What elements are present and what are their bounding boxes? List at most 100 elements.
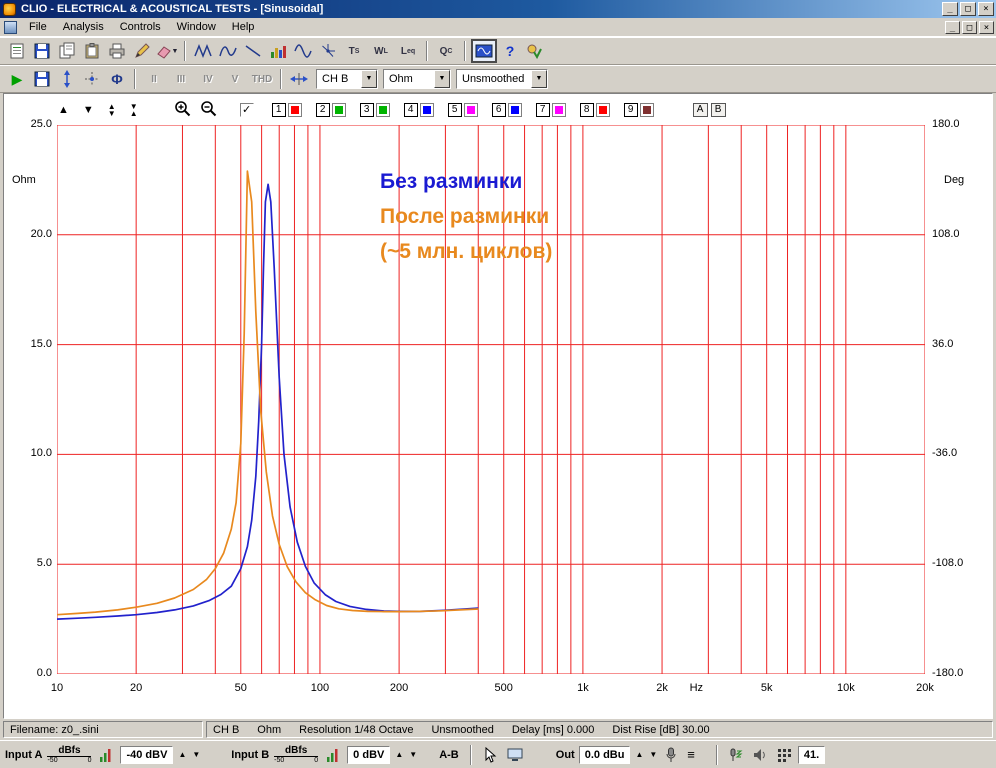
polar-analysis-icon[interactable] bbox=[316, 40, 340, 62]
harmonic-2-button[interactable]: II bbox=[141, 68, 167, 90]
active-measurement-icon[interactable] bbox=[471, 39, 497, 63]
ab-mode-button[interactable]: A-B bbox=[436, 746, 462, 764]
chevron-down-icon[interactable]: ▼ bbox=[531, 70, 547, 88]
curve-slot-6[interactable]: 6 bbox=[491, 103, 506, 117]
marker-up-icon[interactable]: ▲ bbox=[58, 105, 69, 116]
menu-help[interactable]: Help bbox=[224, 19, 263, 35]
document-icon[interactable] bbox=[4, 20, 17, 34]
rta-analysis-icon[interactable] bbox=[266, 40, 290, 62]
ts-parameters-icon[interactable]: TS bbox=[341, 40, 367, 62]
input-a-sensitivity[interactable]: -40 dBV bbox=[120, 745, 174, 764]
input-b-down-icon[interactable]: ▼ bbox=[408, 750, 418, 760]
maximize-button[interactable]: □ bbox=[960, 2, 976, 16]
phase-icon[interactable]: Φ bbox=[105, 68, 129, 90]
smoothing-select[interactable]: Unsmoothed ▼ bbox=[456, 69, 548, 89]
help-icon[interactable]: ? bbox=[498, 40, 522, 62]
pencil-icon[interactable] bbox=[130, 40, 154, 62]
save-measurement-icon[interactable] bbox=[30, 68, 54, 90]
input-a-up-icon[interactable]: ▲ bbox=[177, 750, 187, 760]
mls-analysis-icon[interactable] bbox=[191, 40, 215, 62]
save-file-icon[interactable] bbox=[30, 40, 54, 62]
compress-scale-icon[interactable]: ▼ ▲ bbox=[130, 103, 138, 118]
harmonic-5-button[interactable]: V bbox=[222, 68, 248, 90]
curve-slot-1[interactable]: 1 bbox=[271, 103, 286, 117]
harmonic-4-button[interactable]: IV bbox=[195, 68, 221, 90]
curve-slot-8[interactable]: 8 bbox=[579, 103, 594, 117]
curves-visible-checkbox[interactable]: ✓ bbox=[239, 103, 254, 117]
close-button[interactable]: × bbox=[978, 2, 994, 16]
curve-slot-4[interactable]: 4 bbox=[403, 103, 418, 117]
input-b-sensitivity[interactable]: 0 dBV bbox=[347, 745, 391, 764]
pointer-icon[interactable] bbox=[480, 746, 500, 764]
impulse-analysis-icon[interactable] bbox=[216, 40, 240, 62]
input-a-down-icon[interactable]: ▼ bbox=[191, 750, 201, 760]
curve-slot-5[interactable]: 5 bbox=[447, 103, 462, 117]
chevron-down-icon[interactable]: ▼ bbox=[361, 70, 377, 88]
chevron-down-icon[interactable]: ▼ bbox=[434, 70, 450, 88]
curve-slot-2[interactable]: 2 bbox=[315, 103, 330, 117]
print-icon[interactable] bbox=[105, 40, 129, 62]
monitor-icon[interactable] bbox=[504, 746, 526, 764]
curve-color-3[interactable] bbox=[375, 103, 390, 117]
curve-slot-7[interactable]: 7 bbox=[535, 103, 550, 117]
minimize-button[interactable]: _ bbox=[942, 2, 958, 16]
keypad-icon[interactable] bbox=[774, 746, 794, 764]
scale-divide-icon[interactable] bbox=[287, 68, 311, 90]
menu-file[interactable]: File bbox=[21, 19, 55, 35]
curve-color-1[interactable] bbox=[287, 103, 302, 117]
menu-window[interactable]: Window bbox=[169, 19, 224, 35]
decay-analysis-icon[interactable] bbox=[241, 40, 265, 62]
wl-analysis-icon[interactable]: WL bbox=[368, 40, 394, 62]
out-down-icon[interactable]: ▼ bbox=[648, 750, 658, 760]
mdi-close-button[interactable]: × bbox=[979, 20, 994, 34]
curve-color-4[interactable] bbox=[419, 103, 434, 117]
out-level[interactable]: 0.0 dBu bbox=[578, 745, 631, 764]
start-measurement-icon[interactable]: ▶ bbox=[5, 68, 29, 90]
curve-color-2[interactable] bbox=[331, 103, 346, 117]
export-icon[interactable] bbox=[55, 40, 79, 62]
microphone-icon[interactable] bbox=[662, 746, 680, 764]
mdi-minimize-button[interactable]: _ bbox=[945, 20, 960, 34]
zoom-in-icon[interactable] bbox=[174, 100, 191, 120]
overlay-b-button[interactable]: B bbox=[710, 103, 726, 117]
curve-color-5[interactable] bbox=[463, 103, 478, 117]
sinusoidal-analysis-icon[interactable] bbox=[291, 40, 315, 62]
curve-slot-9[interactable]: 9 bbox=[623, 103, 638, 117]
clipboard-icon[interactable] bbox=[80, 40, 104, 62]
curve-color-6[interactable] bbox=[507, 103, 522, 117]
curve-color-8[interactable] bbox=[595, 103, 610, 117]
y-tick-label: -36.0 bbox=[932, 447, 958, 460]
leq-analysis-icon[interactable]: Leq bbox=[395, 40, 421, 62]
move-trace-icon[interactable] bbox=[80, 68, 104, 90]
notes-icon[interactable] bbox=[5, 40, 29, 62]
expand-scale-icon[interactable]: ▲ ▼ bbox=[108, 103, 116, 118]
curve-color-7[interactable] bbox=[551, 103, 566, 117]
calibration-icon[interactable] bbox=[523, 40, 547, 62]
unit-select[interactable]: Ohm ▼ bbox=[383, 69, 451, 89]
overlay-a-button[interactable]: A bbox=[692, 103, 708, 117]
separator bbox=[715, 744, 718, 765]
harmonic-3-button[interactable]: III bbox=[168, 68, 194, 90]
zoom-out-icon[interactable] bbox=[200, 100, 217, 120]
menu-icon[interactable]: ≡ bbox=[684, 746, 698, 764]
status-segment: Delay [ms] 0.000 bbox=[511, 723, 595, 736]
eraser-icon[interactable]: ▼ bbox=[155, 40, 179, 62]
mic-level-icon[interactable] bbox=[726, 746, 746, 764]
legend: Без разминки После разминки (~5 млн. цикло… bbox=[380, 164, 552, 269]
app-icon[interactable] bbox=[3, 2, 16, 16]
thd-button[interactable]: THD bbox=[249, 68, 275, 90]
speaker-level-icon[interactable] bbox=[750, 746, 770, 764]
menu-controls[interactable]: Controls bbox=[112, 19, 169, 35]
channel-select[interactable]: CH B ▼ bbox=[316, 69, 378, 89]
y-tick-label: 25.0 bbox=[30, 118, 52, 130]
menu-analysis[interactable]: Analysis bbox=[55, 19, 112, 35]
eraser-dropdown-icon[interactable]: ▼ bbox=[172, 48, 179, 55]
out-up-icon[interactable]: ▲ bbox=[634, 750, 644, 760]
input-b-up-icon[interactable]: ▲ bbox=[394, 750, 404, 760]
qc-analysis-icon[interactable]: QC bbox=[433, 40, 459, 62]
autoscale-y-icon[interactable] bbox=[55, 68, 79, 90]
mdi-restore-button[interactable]: □ bbox=[962, 20, 977, 34]
marker-down-icon[interactable]: ▼ bbox=[83, 105, 94, 116]
curve-slot-3[interactable]: 3 bbox=[359, 103, 374, 117]
curve-color-9[interactable] bbox=[639, 103, 654, 117]
